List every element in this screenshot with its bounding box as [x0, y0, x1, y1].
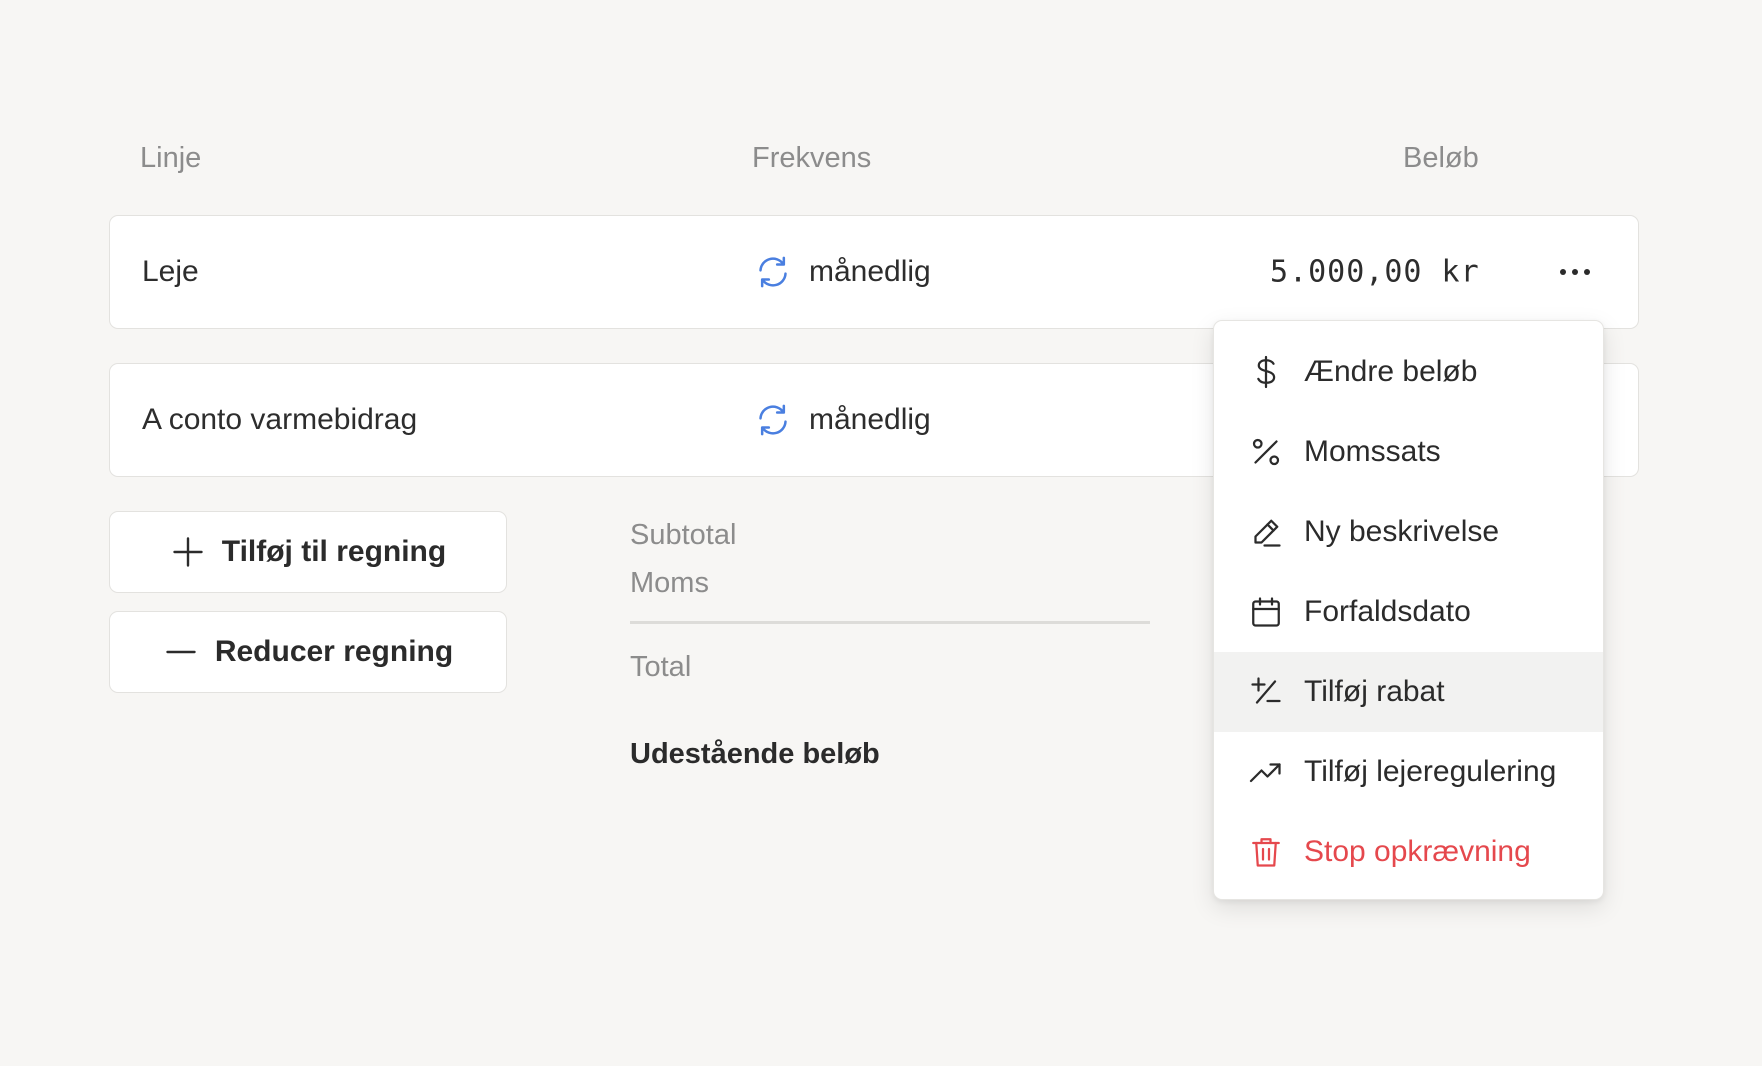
trending-up-icon [1249, 763, 1281, 783]
outstanding-amount-label: Udestående beløb [630, 738, 880, 770]
add-to-bill-button[interactable]: Tilføj til regning [109, 511, 507, 593]
frequency-cell: månedlig [753, 400, 931, 440]
menu-item-label: Ændre beløb [1304, 355, 1478, 388]
menu-item-vat-rate[interactable]: Momssats [1214, 412, 1603, 492]
menu-item-add-discount[interactable]: Tilføj rabat [1214, 652, 1603, 732]
frequency-cell: månedlig [753, 252, 931, 292]
line-row-rent[interactable]: Leje månedlig 5.000,00 kr [109, 215, 1639, 329]
menu-item-label: Tilføj lejeregulering [1304, 755, 1557, 788]
plus-icon [173, 537, 203, 567]
subtotal-label: Subtotal [630, 519, 737, 551]
minus-icon [166, 650, 196, 654]
line-options-menu: Ændre beløb Momssats Ny beskrivelse Forf… [1213, 320, 1604, 900]
menu-item-label: Stop opkrævning [1304, 835, 1531, 868]
column-header-amount: Beløb [1403, 142, 1479, 174]
add-to-bill-label: Tilføj til regning [221, 535, 447, 568]
calendar-icon [1252, 597, 1280, 627]
menu-item-add-rent-adjustment[interactable]: Tilføj lejeregulering [1214, 732, 1603, 812]
trash-icon [1252, 838, 1280, 867]
reduce-bill-label: Reducer regning [214, 635, 454, 668]
more-options-button[interactable] [1550, 252, 1600, 292]
menu-item-label: Momssats [1304, 435, 1441, 468]
line-label: A conto varmebidrag [142, 403, 418, 436]
total-label: Total [630, 651, 692, 683]
line-label: Leje [142, 255, 199, 288]
plus-minus-icon [1251, 677, 1281, 704]
dollar-icon [1257, 355, 1276, 389]
menu-item-stop-charge[interactable]: Stop opkrævning [1214, 812, 1603, 892]
column-header-line: Linje [140, 142, 202, 174]
summary-divider [630, 621, 1150, 624]
frequency-label: månedlig [809, 255, 931, 288]
menu-item-label: Forfaldsdato [1304, 595, 1471, 628]
reduce-bill-button[interactable]: Reducer regning [109, 611, 507, 693]
ellipsis-icon [1560, 269, 1590, 275]
invoice-lines-page: Linje Frekvens Beløb Leje månedlig 5.000… [0, 0, 1762, 1066]
menu-item-due-date[interactable]: Forfaldsdato [1214, 572, 1603, 652]
repeat-icon [759, 256, 787, 288]
menu-item-label: Ny beskrivelse [1304, 515, 1500, 548]
vat-label: Moms [630, 567, 709, 599]
percent-icon [1252, 438, 1280, 466]
pencil-icon [1254, 519, 1281, 547]
column-header-frequency: Frekvens [752, 142, 872, 174]
menu-item-label: Tilføj rabat [1304, 675, 1445, 708]
menu-item-change-amount[interactable]: Ændre beløb [1214, 332, 1603, 412]
menu-item-new-description[interactable]: Ny beskrivelse [1214, 492, 1603, 572]
line-amount: 5.000,00 kr [1270, 254, 1480, 290]
frequency-label: månedlig [809, 403, 931, 436]
repeat-icon [759, 404, 787, 436]
